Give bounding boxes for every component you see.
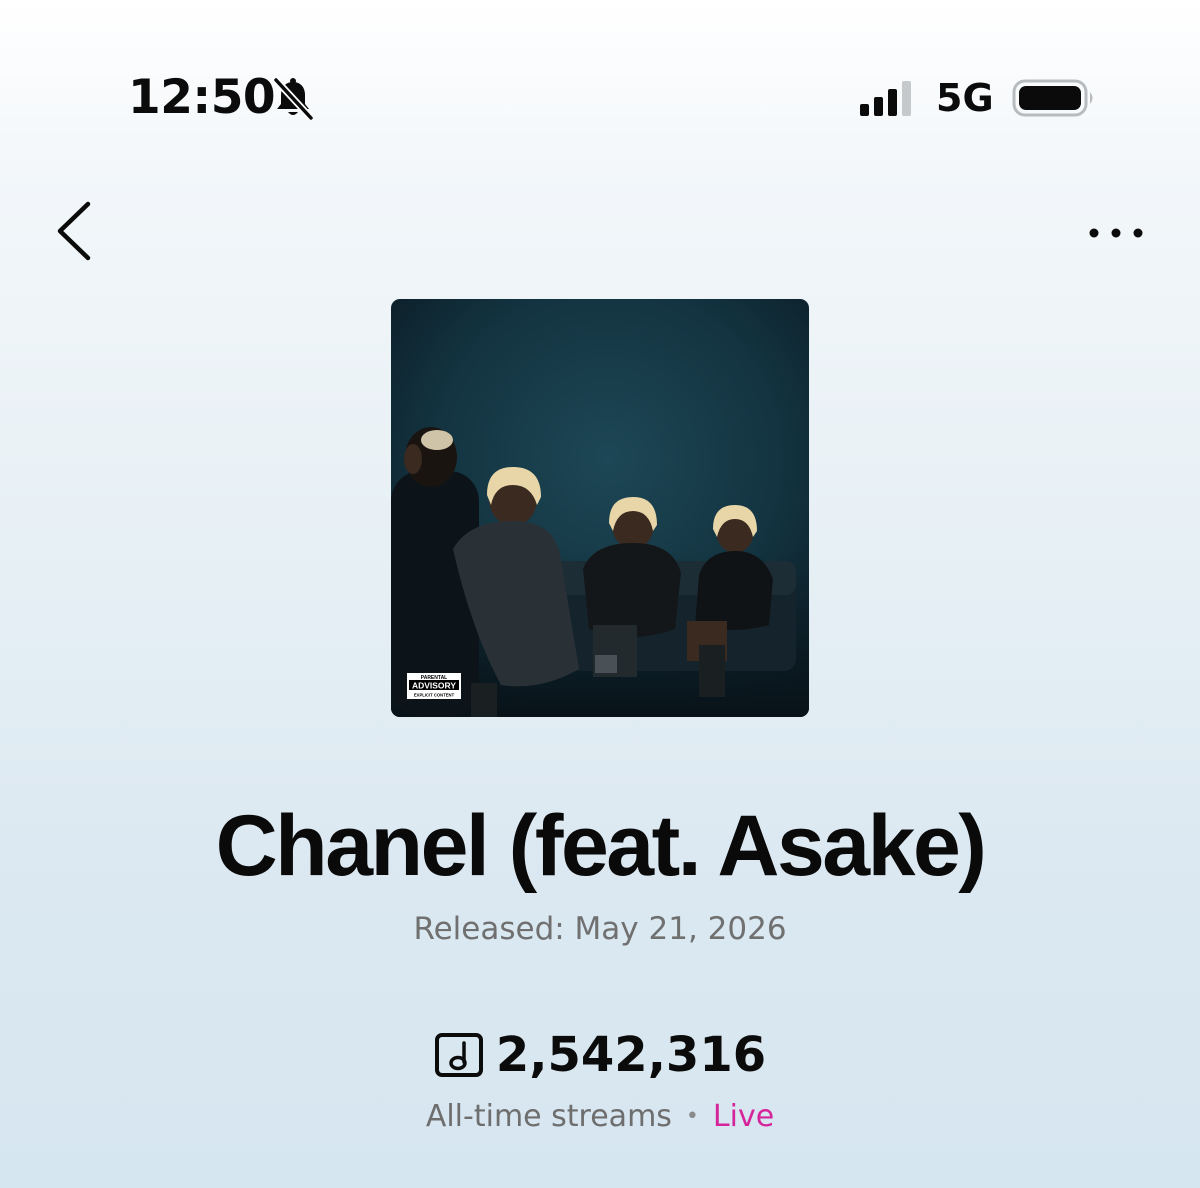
live-label: Live xyxy=(712,1099,775,1134)
song-title: Chanel (feat. Asake) xyxy=(215,798,987,894)
stream-count-row: 2,542,316 xyxy=(0,1024,1200,1086)
status-time: 12:50 xyxy=(128,70,276,125)
streams-label: All-time streams xyxy=(425,1099,672,1134)
battery-icon xyxy=(1012,79,1093,117)
album-artwork-image: PARENTAL ADVISORY EXPLICIT CONTENT xyxy=(391,299,809,717)
svg-text:ADVISORY: ADVISORY xyxy=(412,681,456,691)
network-label: 5G xyxy=(936,76,994,120)
music-note-icon xyxy=(434,1033,483,1077)
more-options-button[interactable] xyxy=(1080,212,1152,252)
bell-muted-icon xyxy=(273,77,314,120)
more-dots-icon xyxy=(1089,228,1143,238)
parental-advisory-badge: PARENTAL ADVISORY EXPLICIT CONTENT xyxy=(407,673,461,699)
dot-separator: • xyxy=(685,1104,699,1129)
back-button[interactable] xyxy=(46,196,106,266)
svg-text:EXPLICIT CONTENT: EXPLICIT CONTENT xyxy=(414,693,455,698)
release-date: Released: May 21, 2026 xyxy=(413,911,787,947)
album-artwork[interactable]: PARENTAL ADVISORY EXPLICIT CONTENT xyxy=(391,299,809,717)
stream-meta: All-time streams • Live xyxy=(0,1096,1200,1138)
stream-count: 2,542,316 xyxy=(495,1027,767,1083)
signal-icon xyxy=(860,81,911,116)
chevron-left-icon xyxy=(57,201,91,261)
